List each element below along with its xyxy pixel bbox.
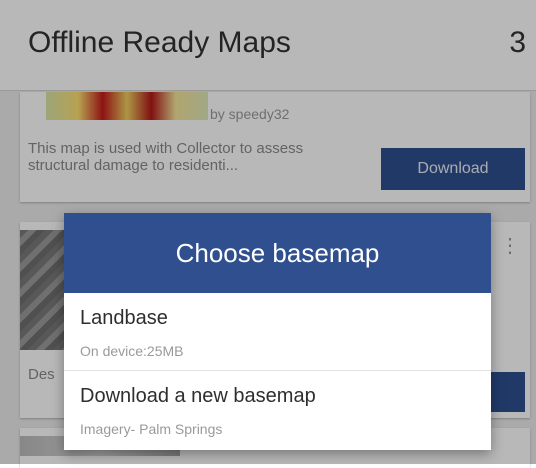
basemap-option-download-new[interactable]: Download a new basemap Imagery- Palm Spr…	[64, 370, 491, 447]
dialog-title: Choose basemap	[64, 213, 491, 293]
basemap-option-landbase[interactable]: Landbase On device:25MB	[64, 293, 491, 369]
choose-basemap-dialog: Choose basemap Landbase On device:25MB D…	[64, 213, 491, 450]
option-subtitle: Imagery- Palm Springs	[80, 421, 223, 437]
option-title: Download a new basemap	[80, 385, 316, 407]
option-title: Landbase	[80, 307, 168, 329]
option-subtitle: On device:25MB	[80, 343, 184, 359]
